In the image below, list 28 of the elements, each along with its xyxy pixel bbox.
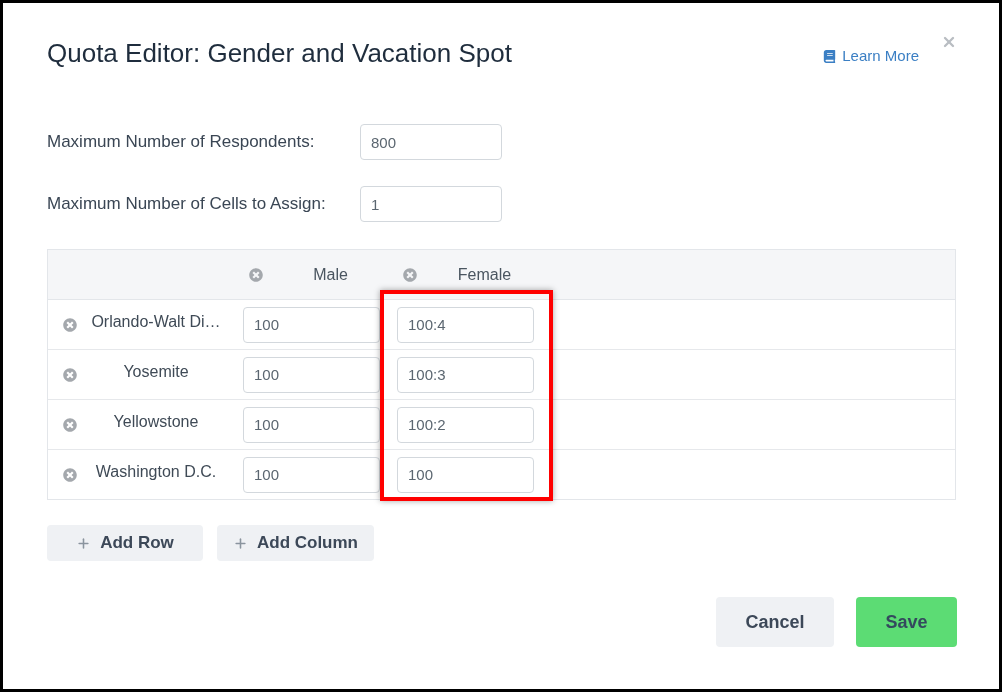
quota-input[interactable]: 100:3 bbox=[397, 356, 534, 393]
field-label: Maximum Number of Cells to Assign: bbox=[47, 193, 327, 216]
book-icon bbox=[823, 49, 837, 63]
row-label: Yosemite bbox=[122, 361, 190, 382]
quota-input[interactable]: 100 bbox=[243, 356, 380, 393]
quota-input[interactable]: 100 bbox=[397, 456, 534, 493]
plus-icon bbox=[76, 535, 92, 551]
number-input[interactable]: 1 bbox=[360, 186, 502, 222]
close-icon[interactable] bbox=[941, 34, 957, 50]
add-button[interactable]: Add Column bbox=[217, 525, 374, 561]
add-button[interactable]: Add Row bbox=[47, 525, 203, 561]
quota-input[interactable]: 100:2 bbox=[397, 406, 534, 443]
dialog-title: Quota Editor: Gender and Vacation Spot bbox=[47, 37, 512, 70]
row-label: Washington D.C. bbox=[94, 461, 218, 482]
number-input[interactable]: 800 bbox=[360, 124, 502, 160]
row-label: Yellowstone bbox=[112, 411, 200, 432]
column-header: Female bbox=[456, 264, 513, 285]
quota-input[interactable]: 100 bbox=[243, 406, 380, 443]
plus-icon bbox=[232, 535, 248, 551]
row-label: Orlando-Walt Di… bbox=[90, 311, 222, 332]
quota-input[interactable]: 100:4 bbox=[397, 306, 534, 343]
field-label: Maximum Number of Respondents: bbox=[47, 131, 316, 154]
cancel-button[interactable]: Cancel bbox=[716, 597, 834, 647]
quota-input[interactable]: 100 bbox=[243, 306, 380, 343]
quota-input[interactable]: 100 bbox=[243, 456, 380, 493]
column-header: Male bbox=[312, 264, 349, 285]
save-button[interactable]: Save bbox=[856, 597, 957, 647]
learn-more-link[interactable]: Learn More bbox=[823, 47, 919, 65]
